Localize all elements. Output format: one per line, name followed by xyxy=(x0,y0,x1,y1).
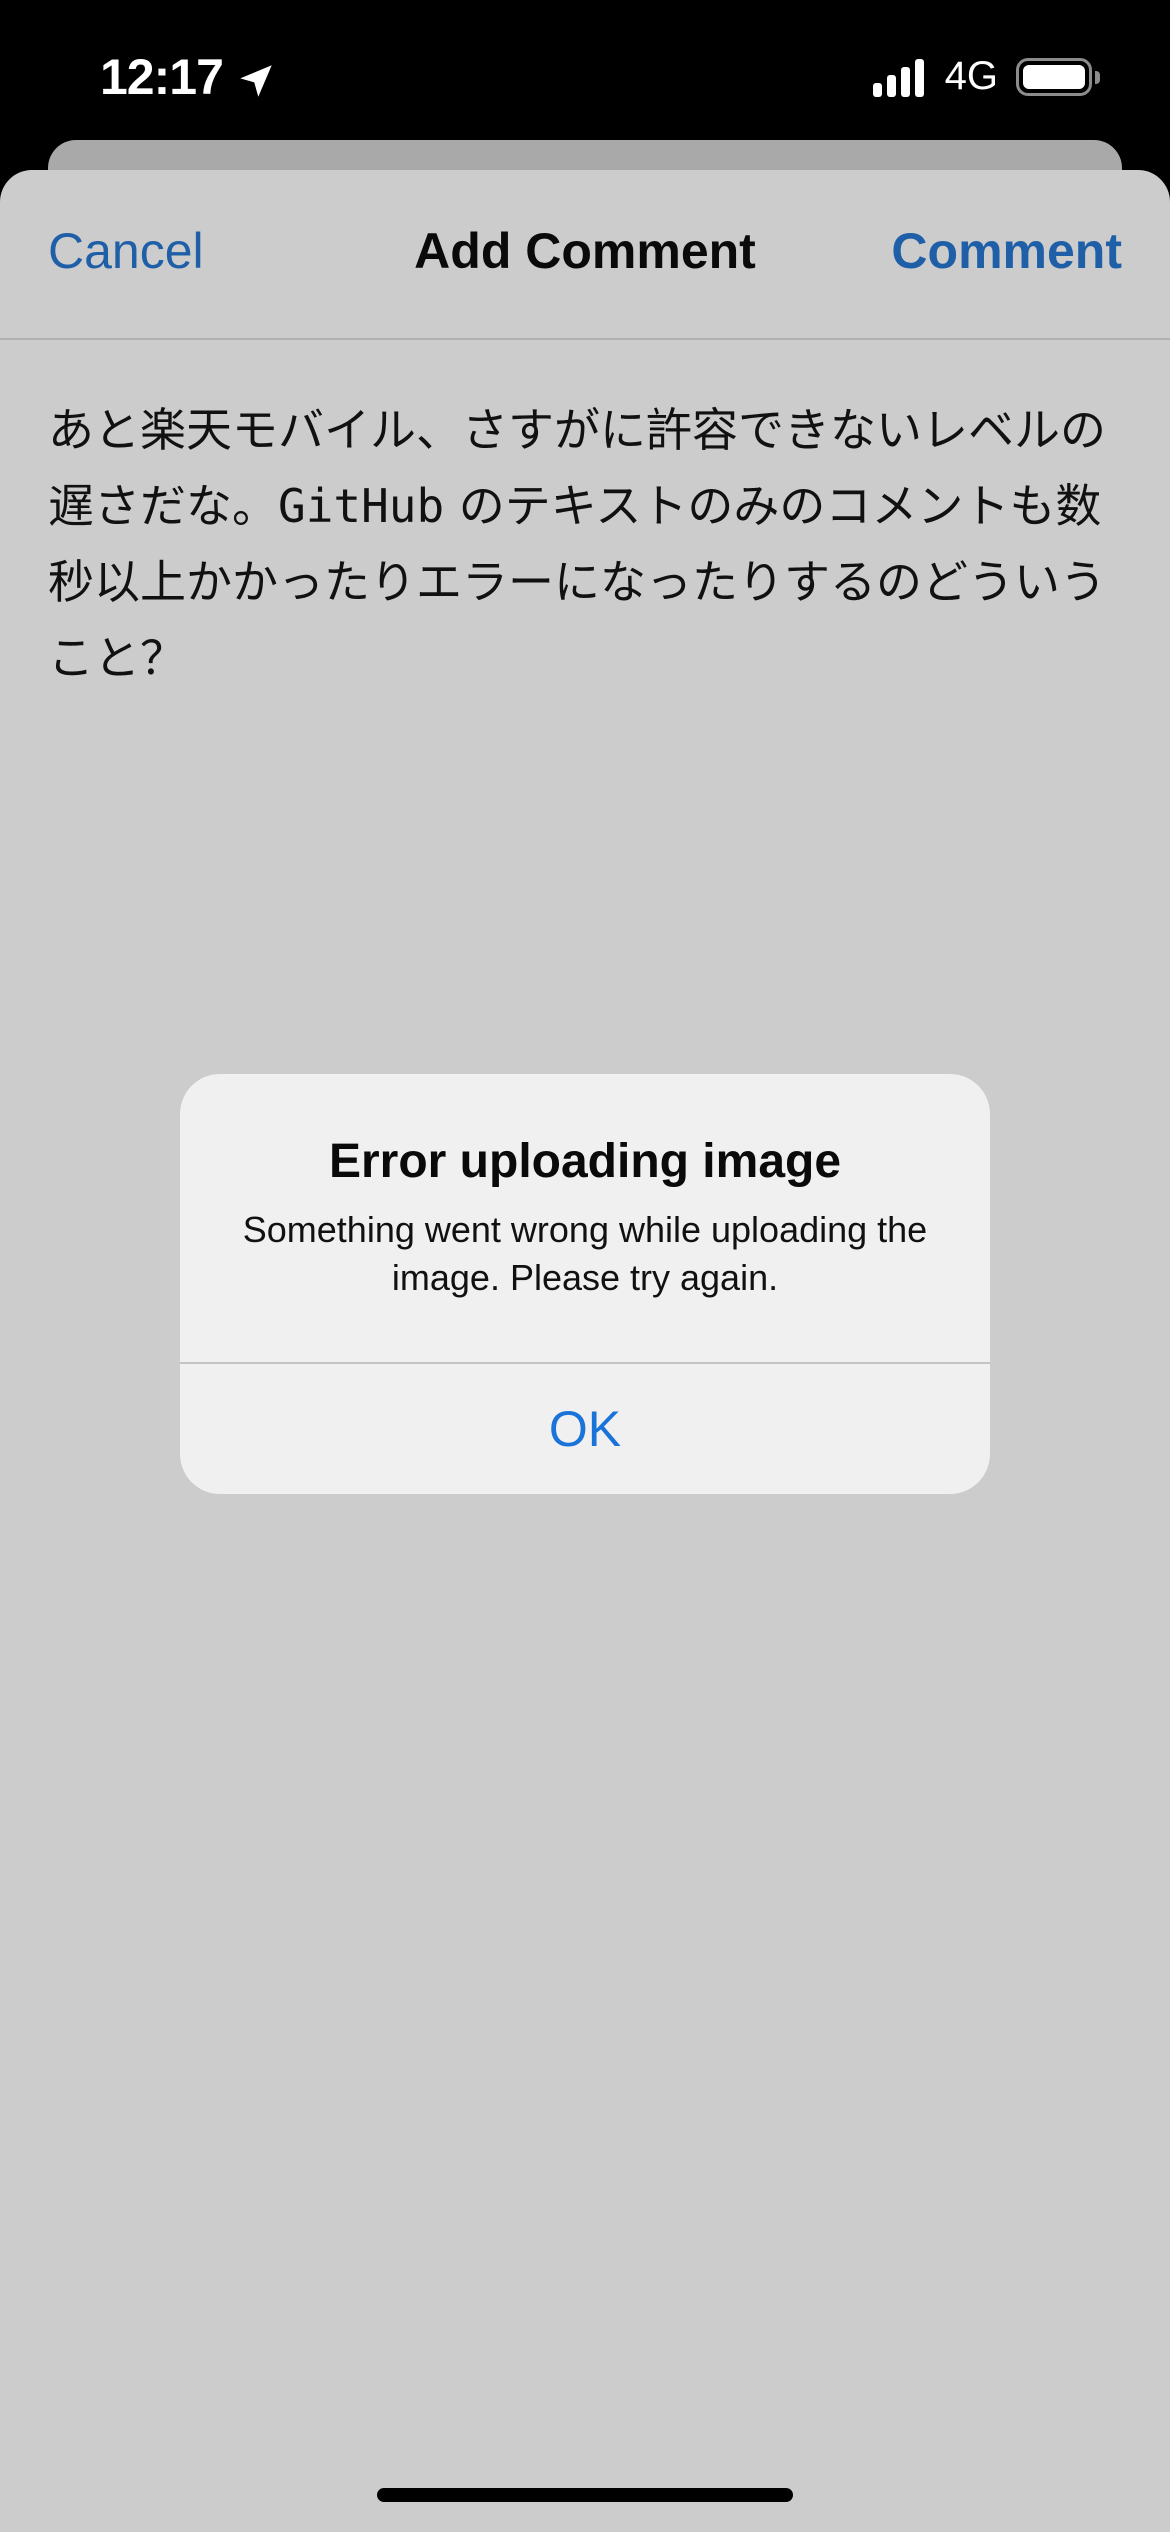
alert-message: Something went wrong while uploading the… xyxy=(242,1209,928,1298)
location-arrow-icon xyxy=(235,56,277,98)
alert-title: Error uploading image xyxy=(328,1135,842,1188)
cancel-button[interactable]: Cancel xyxy=(48,222,204,280)
network-type-label: 4G xyxy=(944,54,998,98)
comment-text-code: GitHub xyxy=(278,479,445,533)
cellular-signal-icon xyxy=(872,57,929,97)
status-indicators: 4G xyxy=(872,54,1100,99)
home-indicator[interactable] xyxy=(377,2488,793,2502)
comment-submit-button[interactable]: Comment xyxy=(891,222,1122,280)
status-bar: 12:17 4G xyxy=(0,0,1170,140)
error-alert-dialog: Error uploading image Something went wro… xyxy=(180,1074,990,1494)
status-time-label: 12:17 xyxy=(100,49,224,105)
alert-ok-button[interactable]: OK xyxy=(180,1364,990,1494)
battery-icon xyxy=(1016,57,1100,96)
navigation-bar: Cancel Add Comment Comment xyxy=(0,170,1170,340)
status-time: 12:17 xyxy=(100,48,277,106)
comment-text-area[interactable]: あと楽天モバイル、さすがに許容できないレベルの遅さだな。GitHub のテキスト… xyxy=(48,392,1122,696)
